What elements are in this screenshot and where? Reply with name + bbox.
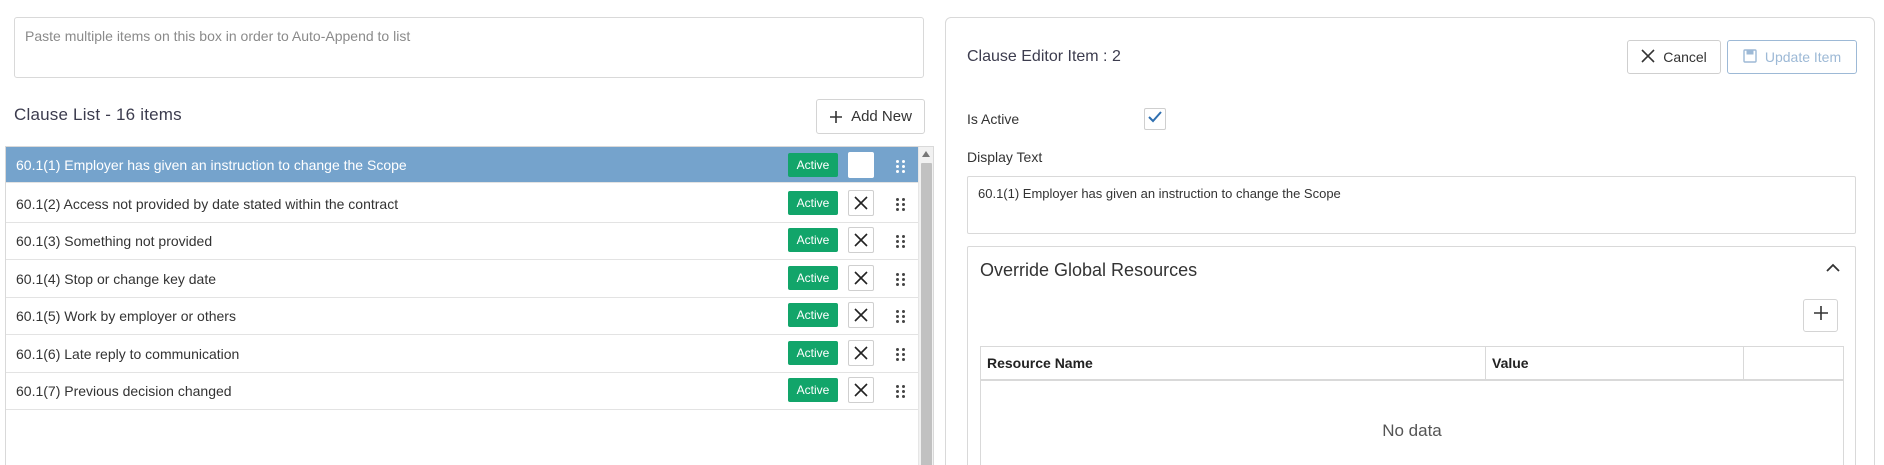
drag-handle-icon[interactable]	[896, 195, 906, 213]
remove-item-button[interactable]	[848, 340, 874, 366]
clause-item-text: 60.1(4) Stop or change key date	[16, 270, 217, 287]
override-global-resources-section: Override Global Resources Resource Name …	[967, 246, 1856, 465]
drag-handle-icon[interactable]	[896, 232, 906, 250]
close-icon	[854, 271, 868, 285]
save-icon	[1743, 48, 1757, 66]
paste-items-box[interactable]: Paste multiple items on this box in orde…	[14, 17, 924, 78]
column-header-value[interactable]: Value	[1486, 347, 1744, 379]
status-badge: Active	[788, 153, 838, 177]
status-badge: Active	[788, 378, 838, 402]
clause-list: 60.1(1) Employer has given an instructio…	[5, 146, 934, 465]
remove-item-button[interactable]	[848, 265, 874, 291]
status-badge: Active	[788, 303, 838, 327]
clause-item-text: 60.1(6) Late reply to communication	[16, 345, 240, 362]
clause-editor-panel: Clause Editor Item : 2 Cancel Update Ite…	[945, 17, 1875, 465]
update-item-label: Update Item	[1764, 49, 1842, 65]
display-text-value: 60.1(1) Employer has given an instructio…	[978, 186, 1341, 201]
clause-list-item[interactable]: 60.1(1) Employer has given an instructio…	[6, 147, 918, 183]
status-badge: Active	[788, 341, 838, 365]
add-resource-button[interactable]	[1803, 299, 1838, 332]
override-title: Override Global Resources	[980, 260, 1198, 280]
cancel-label: Cancel	[1663, 49, 1707, 65]
clause-list-item[interactable]: 60.1(4) Stop or change key date Active	[6, 260, 918, 298]
clause-list-item[interactable]: 60.1(2) Access not provided by date stat…	[6, 185, 918, 223]
clause-item-text: 60.1(3) Something not provided	[16, 232, 213, 249]
chevron-up-icon[interactable]	[1825, 261, 1841, 279]
close-icon	[854, 346, 868, 360]
display-text-label: Display Text	[967, 149, 1043, 165]
clause-item-text: 60.1(1) Employer has given an instructio…	[16, 156, 407, 173]
remove-item-button[interactable]	[848, 190, 874, 216]
close-icon	[854, 383, 868, 397]
clause-item-text: 60.1(5) Work by employer or others	[16, 307, 236, 324]
update-item-button[interactable]: Update Item	[1727, 40, 1857, 74]
column-header-actions	[1744, 347, 1843, 379]
clause-list-item[interactable]: 60.1(7) Previous decision changed Active	[6, 372, 918, 410]
drag-handle-icon[interactable]	[896, 270, 906, 288]
add-new-button[interactable]: Add New	[816, 99, 925, 134]
column-header-resource-name[interactable]: Resource Name	[981, 347, 1486, 379]
remove-item-button[interactable]	[848, 152, 874, 178]
resources-table-header: Resource Name Value	[981, 347, 1843, 381]
resources-table: Resource Name Value No data	[980, 346, 1844, 465]
cancel-button[interactable]: Cancel	[1627, 40, 1721, 74]
drag-handle-icon[interactable]	[896, 345, 906, 363]
close-icon	[1641, 48, 1655, 66]
editor-title: Clause Editor Item : 2	[967, 48, 1121, 65]
close-icon	[854, 196, 868, 210]
is-active-label: Is Active	[967, 111, 1020, 127]
drag-handle-icon[interactable]	[896, 157, 906, 175]
status-badge: Active	[788, 228, 838, 252]
remove-item-button[interactable]	[848, 377, 874, 403]
clause-item-text: 60.1(2) Access not provided by date stat…	[16, 195, 399, 212]
status-badge: Active	[788, 266, 838, 290]
list-scrollbar[interactable]	[918, 147, 933, 465]
paste-items-placeholder: Paste multiple items on this box in orde…	[25, 28, 411, 44]
close-icon	[854, 233, 868, 247]
no-data-message: No data	[1382, 421, 1442, 440]
plus-icon	[829, 106, 843, 128]
clause-list-title: Clause List - 16 items	[14, 105, 182, 124]
plus-icon	[1813, 305, 1829, 326]
clause-list-item[interactable]: 60.1(5) Work by employer or others Active	[6, 297, 918, 335]
remove-item-button[interactable]	[848, 302, 874, 328]
clause-item-text: 60.1(7) Previous decision changed	[16, 382, 232, 399]
remove-item-button[interactable]	[848, 227, 874, 253]
is-active-checkbox[interactable]	[1144, 108, 1166, 130]
drag-handle-icon[interactable]	[896, 307, 906, 325]
close-icon	[854, 308, 868, 322]
scroll-up-icon[interactable]	[922, 151, 930, 157]
status-badge: Active	[788, 191, 838, 215]
display-text-field[interactable]: 60.1(1) Employer has given an instructio…	[967, 176, 1856, 234]
clause-list-item[interactable]: 60.1(3) Something not provided Active	[6, 222, 918, 260]
clause-list-item[interactable]: 60.1(6) Late reply to communication Activ…	[6, 335, 918, 373]
scroll-thumb[interactable]	[921, 163, 932, 465]
drag-handle-icon[interactable]	[896, 382, 906, 400]
add-new-label: Add New	[851, 108, 912, 125]
checkmark-icon	[1148, 110, 1162, 128]
